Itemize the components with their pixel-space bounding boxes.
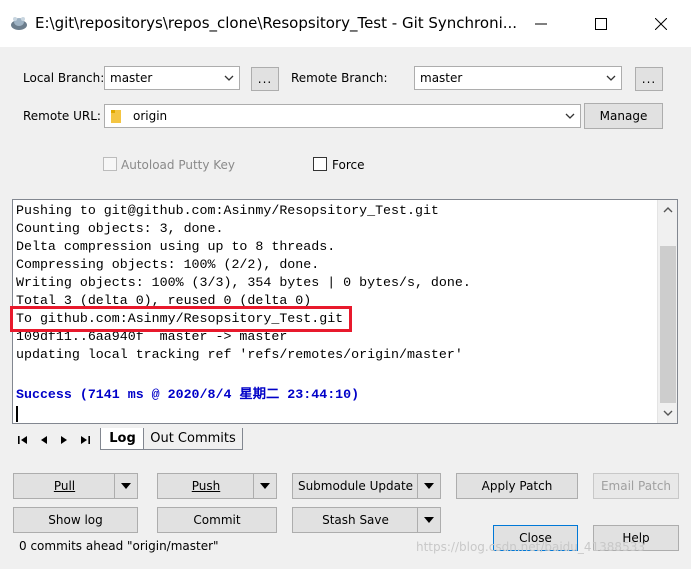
tab-log[interactable]: Log <box>100 428 145 450</box>
log-line: updating local tracking ref 'refs/remote… <box>16 347 463 362</box>
remote-url-select[interactable]: origin <box>104 104 581 128</box>
log-line: Counting objects: 3, done. <box>16 221 224 236</box>
stash-save-label: Stash Save <box>322 513 389 527</box>
log-line: Writing objects: 100% (3/3), 354 bytes |… <box>16 275 471 290</box>
triangle-right-icon <box>61 436 67 444</box>
skip-last-icon <box>81 436 90 444</box>
skip-first-icon <box>18 436 27 444</box>
triangle-down-icon <box>424 517 434 523</box>
minimize-icon <box>535 23 547 24</box>
log-success-line: Success (7141 ms @ 2020/8/4 星期二 23:44:10… <box>16 387 360 402</box>
close-icon <box>655 17 667 30</box>
push-button[interactable]: Push <box>157 473 277 499</box>
push-label: Push <box>191 479 221 493</box>
manage-button[interactable]: Manage <box>584 103 663 129</box>
remote-branch-value: master <box>420 71 463 85</box>
local-branch-browse-button[interactable]: ... <box>251 67 279 91</box>
local-branch-select[interactable]: master <box>104 66 240 90</box>
log-line: Delta compression using up to 8 threads. <box>16 239 336 254</box>
last-tab-button[interactable] <box>78 433 92 447</box>
log-blank-line <box>16 364 656 385</box>
show-log-button[interactable]: Show log <box>13 507 138 533</box>
force-checkbox[interactable] <box>313 157 327 171</box>
triangle-down-icon <box>424 483 434 489</box>
triangle-left-icon <box>41 436 47 444</box>
submodule-update-dropdown[interactable] <box>417 474 440 498</box>
pull-label: Pull <box>53 479 76 493</box>
chevron-down-icon <box>565 113 575 119</box>
log-line: Pushing to git@github.com:Asinmy/Resopsi… <box>16 203 439 218</box>
close-window-button[interactable] <box>631 0 691 47</box>
log-lines: Pushing to git@github.com:Asinmy/Resopsi… <box>16 202 656 405</box>
stash-save-dropdown[interactable] <box>417 508 440 532</box>
scroll-down-arrow[interactable] <box>658 403 678 423</box>
window-title: E:\git\repositorys\repos_clone\Resopsito… <box>35 14 518 32</box>
email-patch-button[interactable]: Email Patch <box>593 473 679 499</box>
remote-branch-label: Remote Branch: <box>291 71 388 85</box>
pull-dropdown[interactable] <box>114 474 137 498</box>
apply-patch-button[interactable]: Apply Patch <box>456 473 578 499</box>
submodule-update-label: Submodule Update <box>297 479 414 493</box>
local-branch-value: master <box>110 71 153 85</box>
local-branch-label: Local Branch: <box>23 71 105 85</box>
folder-icon <box>111 110 121 123</box>
text-caret <box>16 406 18 422</box>
maximize-icon <box>595 17 607 30</box>
scroll-thumb[interactable] <box>660 246 676 403</box>
autoload-putty-key-checkbox[interactable] <box>103 157 117 171</box>
pull-button[interactable]: Pull <box>13 473 138 499</box>
push-dropdown[interactable] <box>253 474 276 498</box>
commit-button[interactable]: Commit <box>157 507 277 533</box>
minimize-button[interactable] <box>511 0 571 47</box>
submodule-update-button[interactable]: Submodule Update <box>292 473 441 499</box>
tab-out-commits[interactable]: Out Commits <box>143 428 243 450</box>
triangle-down-icon <box>121 483 131 489</box>
remote-branch-browse-button[interactable]: ... <box>635 67 663 91</box>
remote-url-label: Remote URL: <box>23 109 101 123</box>
autoload-putty-key-label: Autoload Putty Key <box>121 158 236 172</box>
scroll-up-arrow[interactable] <box>658 200 678 220</box>
prev-tab-button[interactable] <box>37 433 51 447</box>
remote-branch-select[interactable]: master <box>414 66 622 90</box>
app-icon <box>9 13 29 33</box>
log-line: Compressing objects: 100% (2/2), done. <box>16 257 320 272</box>
first-tab-button[interactable] <box>16 433 30 447</box>
stash-save-button[interactable]: Stash Save <box>292 507 441 533</box>
chevron-down-icon <box>224 75 234 81</box>
chevron-down-icon <box>663 410 673 416</box>
triangle-down-icon <box>260 483 270 489</box>
remote-url-value: origin <box>133 109 168 123</box>
chevron-down-icon <box>606 75 616 81</box>
next-tab-button[interactable] <box>57 433 71 447</box>
chevron-up-icon <box>663 207 673 213</box>
watermark: https://blog.csdn.net/baidu_41388533 <box>416 540 645 554</box>
log-scrollbar[interactable] <box>657 200 677 423</box>
highlight-annotation <box>10 306 352 332</box>
commits-ahead-status: 0 commits ahead "origin/master" <box>19 539 219 553</box>
maximize-button[interactable] <box>571 0 631 47</box>
force-label: Force <box>332 158 365 172</box>
